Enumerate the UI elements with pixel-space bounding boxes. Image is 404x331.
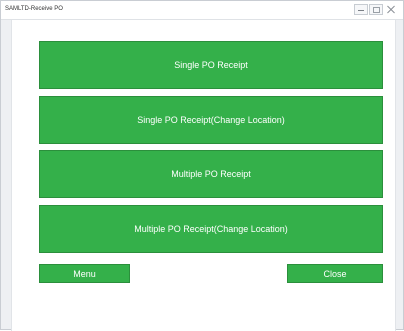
- window-controls: [353, 3, 397, 15]
- single-po-receipt-button[interactable]: Single PO Receipt: [39, 41, 383, 89]
- single-po-receipt-change-location-button[interactable]: Single PO Receipt(Change Location): [39, 96, 383, 144]
- client-area: Single PO Receipt Single PO Receipt(Chan…: [11, 20, 396, 331]
- close-button[interactable]: Close: [287, 264, 383, 283]
- maximize-icon[interactable]: [369, 3, 383, 15]
- window-title: SAMLTD-Receive PO: [5, 6, 63, 12]
- menu-button[interactable]: Menu: [39, 264, 130, 283]
- title-bar[interactable]: SAMLTD-Receive PO: [1, 1, 403, 20]
- multiple-po-receipt-change-location-button[interactable]: Multiple PO Receipt(Change Location): [39, 205, 383, 253]
- app-window: SAMLTD-Receive PO Single PO Receipt Sing…: [0, 0, 404, 331]
- multiple-po-receipt-button[interactable]: Multiple PO Receipt: [39, 150, 383, 198]
- close-icon[interactable]: [385, 4, 397, 15]
- minimize-icon[interactable]: [354, 3, 368, 15]
